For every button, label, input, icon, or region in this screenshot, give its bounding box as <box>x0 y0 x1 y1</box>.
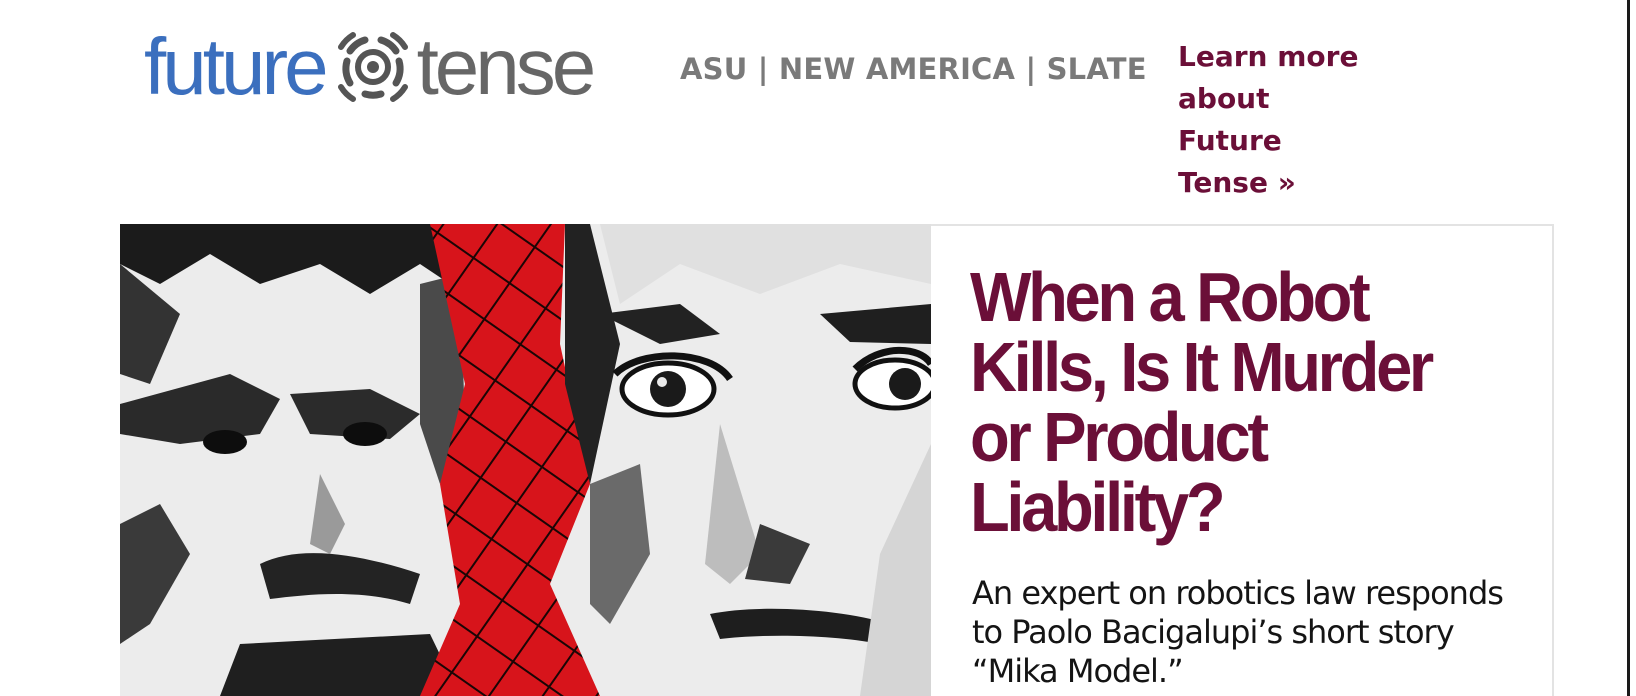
partner-names: ASU | NEW AMERICA | SLATE <box>680 52 1147 86</box>
hero-image[interactable] <box>120 224 931 696</box>
target-rings-icon <box>337 32 408 102</box>
article-headline[interactable]: When a Robot Kills, Is It Murder or Prod… <box>970 262 1454 542</box>
window-edge-divider <box>1627 0 1630 696</box>
logo-word-future: future <box>144 22 329 111</box>
article-dek: An expert on robotics law responds to Pa… <box>972 574 1504 690</box>
ink-painting-illustration <box>120 224 931 696</box>
logo-word-tense: tense <box>416 22 597 111</box>
future-tense-logo[interactable]: future tense <box>144 22 597 112</box>
learn-more-link[interactable]: Learn more about Future Tense » <box>1178 36 1378 204</box>
